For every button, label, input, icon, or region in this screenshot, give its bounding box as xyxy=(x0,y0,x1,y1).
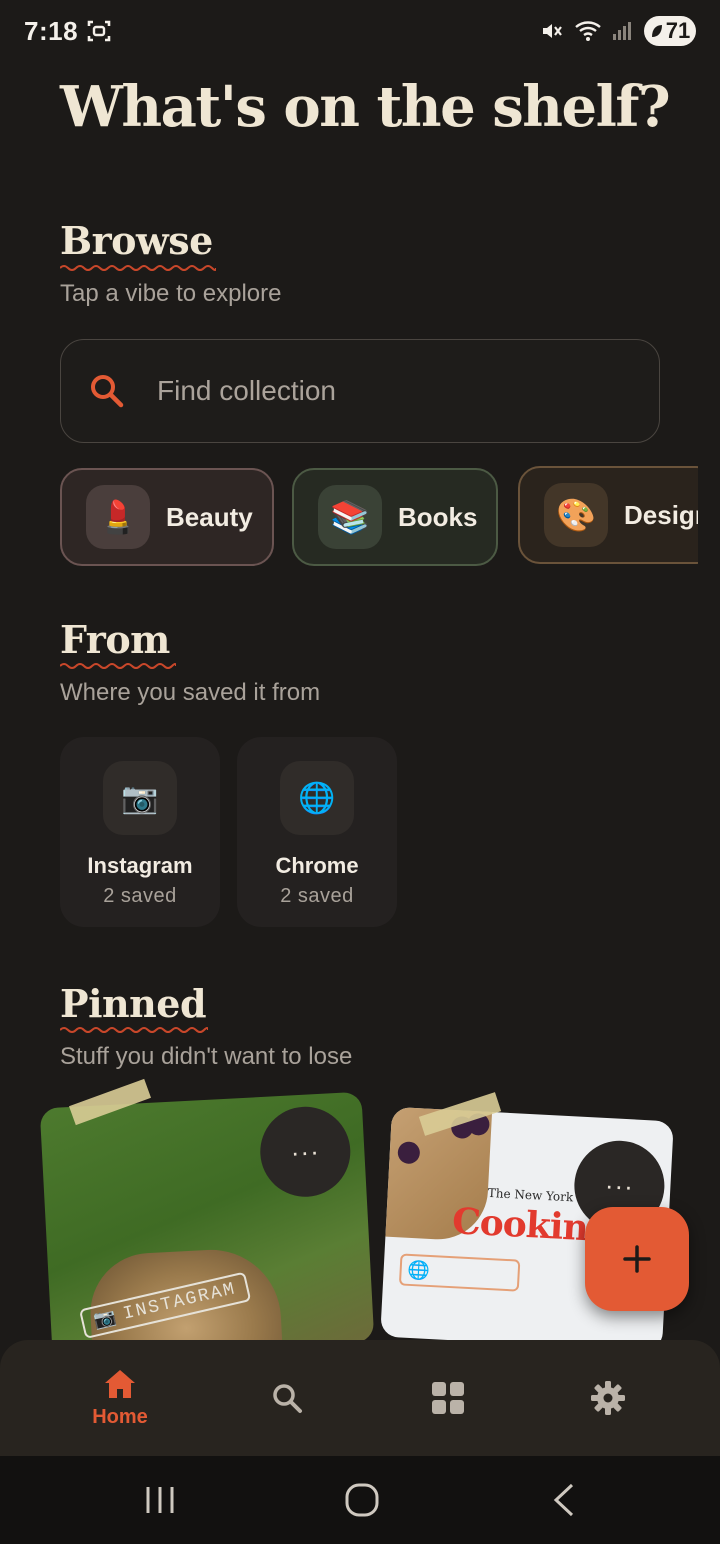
gear-icon xyxy=(591,1381,625,1415)
chip-beauty[interactable]: 💄 Beauty xyxy=(60,468,274,566)
lipstick-icon: 💄 xyxy=(86,485,150,549)
page-title: What's on the shelf? xyxy=(60,74,671,140)
category-chips: 💄 Beauty 📚 Books 🎨 Design xyxy=(60,466,698,568)
source-count: 2 saved xyxy=(103,885,177,907)
system-navigation xyxy=(0,1456,720,1544)
screenshot-icon xyxy=(87,20,111,42)
grid-icon xyxy=(432,1382,464,1414)
palette-icon: 🎨 xyxy=(544,483,608,547)
pinned-underline xyxy=(60,1027,208,1033)
browse-underline xyxy=(60,265,216,271)
home-circle-icon xyxy=(345,1483,379,1517)
home-button[interactable] xyxy=(332,1474,392,1526)
chip-design[interactable]: 🎨 Design xyxy=(518,466,698,564)
source-card-chrome[interactable]: 🌐 Chrome 2 saved xyxy=(237,737,397,927)
back-button[interactable] xyxy=(534,1474,594,1526)
status-time: 7:18 xyxy=(24,16,79,46)
camera-icon: 📷 xyxy=(103,761,177,835)
browse-subtitle: Tap a vibe to explore xyxy=(60,280,282,307)
pinned-card-instagram[interactable]: 📷 INSTAGRAM ··· xyxy=(39,1091,375,1359)
nav-collections[interactable] xyxy=(358,1340,538,1456)
search-field[interactable] xyxy=(60,339,660,443)
battery-indicator: 71 xyxy=(644,16,696,46)
bottom-navigation: Home xyxy=(0,1340,720,1456)
from-title: From xyxy=(60,617,170,662)
chip-books[interactable]: 📚 Books xyxy=(292,468,498,566)
chip-label: Design xyxy=(624,499,698,530)
search-icon xyxy=(91,375,124,408)
recent-apps-button[interactable] xyxy=(130,1474,190,1526)
nav-home-label: Home xyxy=(92,1405,148,1428)
more-options-button[interactable]: ··· xyxy=(258,1104,353,1200)
plus-icon xyxy=(623,1245,651,1273)
wifi-icon xyxy=(575,21,601,41)
chip-label: Books xyxy=(398,501,478,532)
source-name: Instagram xyxy=(87,853,193,878)
add-button[interactable] xyxy=(585,1207,689,1311)
source-name: Chrome xyxy=(275,853,359,878)
link-chip: 🌐 xyxy=(398,1253,521,1292)
camera-icon: 📷 xyxy=(91,1307,121,1333)
nav-settings[interactable] xyxy=(518,1340,698,1456)
home-icon xyxy=(105,1369,135,1398)
pinned-title: Pinned xyxy=(60,981,207,1026)
leaf-icon xyxy=(651,25,662,37)
status-bar: 7:18 71 xyxy=(0,0,720,64)
search-icon xyxy=(273,1384,302,1413)
search-input[interactable] xyxy=(157,375,617,407)
globe-icon: 🌐 xyxy=(407,1259,431,1281)
pinned-subtitle: Stuff you didn't want to lose xyxy=(60,1043,353,1070)
mute-icon xyxy=(543,24,562,38)
books-icon: 📚 xyxy=(318,485,382,549)
from-subtitle: Where you saved it from xyxy=(60,679,321,706)
source-count: 2 saved xyxy=(280,885,354,907)
signal-icon xyxy=(613,22,631,40)
browse-title: Browse xyxy=(60,218,213,263)
recent-apps-icon xyxy=(146,1487,174,1513)
status-icons: 71 xyxy=(540,16,696,46)
battery-level: 71 xyxy=(665,18,691,43)
chip-label: Beauty xyxy=(166,501,253,532)
nav-home[interactable]: Home xyxy=(30,1340,210,1456)
globe-icon: 🌐 xyxy=(280,761,354,835)
back-icon xyxy=(553,1483,574,1517)
source-card-instagram[interactable]: 📷 Instagram 2 saved xyxy=(60,737,220,927)
from-underline xyxy=(60,663,176,669)
nav-search[interactable] xyxy=(197,1340,377,1456)
